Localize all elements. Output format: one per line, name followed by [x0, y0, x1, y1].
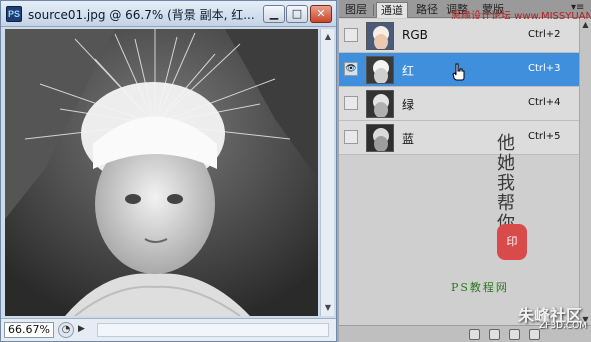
- canvas-horizontal-scrollbar[interactable]: [97, 323, 329, 337]
- photoshop-logo-icon: PS: [6, 6, 22, 22]
- tab-channels[interactable]: 通道: [376, 2, 408, 18]
- channel-row-green[interactable]: 绿 Ctrl+4: [339, 87, 579, 121]
- new-channel-icon[interactable]: [509, 329, 520, 340]
- canvas-vertical-scrollbar[interactable]: ▲ ▼: [320, 29, 334, 316]
- channel-thumbnail: [366, 56, 394, 84]
- tab-paths[interactable]: 路径: [412, 2, 442, 18]
- red-seal-stamp: 印: [497, 224, 527, 260]
- document-title: source01.jpg @ 66.7% (背景 副本, 红...: [28, 8, 255, 22]
- eye-icon[interactable]: 👁: [344, 62, 358, 76]
- document-status-bar: 66.67% ◔ ▶: [1, 318, 336, 341]
- visibility-toggle[interactable]: [344, 96, 358, 110]
- channel-thumbnail: [366, 124, 394, 152]
- maximize-button[interactable]: □: [286, 5, 308, 23]
- document-titlebar[interactable]: PS source01.jpg @ 66.7% (背景 副本, 红... ▁ □…: [1, 1, 336, 27]
- scroll-up-arrow-icon[interactable]: ▲: [580, 20, 591, 29]
- panel-tabs: 图层 通道 路径 调整 蒙版 ▾≡ 思缘设计论坛 www.MISSYUAN.CO…: [339, 0, 591, 22]
- channel-shortcut: Ctrl+2: [528, 29, 561, 40]
- channel-name: 绿: [402, 98, 415, 112]
- channel-name: 蓝: [402, 132, 415, 146]
- site-watermark-url: ZF3D.COM: [539, 321, 587, 331]
- photoshop-workspace: PS source01.jpg @ 66.7% (背景 副本, 红... ▁ □…: [0, 0, 591, 342]
- grayscale-photo-girl-static-hair: [5, 29, 318, 316]
- visibility-toggle[interactable]: [344, 28, 358, 42]
- tab-layers[interactable]: 图层: [341, 2, 371, 18]
- channels-panel: 图层 通道 路径 调整 蒙版 ▾≡ 思缘设计论坛 www.MISSYUAN.CO…: [337, 0, 591, 342]
- channel-name: RGB: [402, 28, 428, 42]
- scroll-down-arrow-icon[interactable]: ▼: [322, 301, 334, 315]
- panel-vertical-scrollbar[interactable]: ▲ ▼: [579, 19, 591, 325]
- scroll-up-arrow-icon[interactable]: ▲: [322, 30, 334, 44]
- status-menu-arrow-icon[interactable]: ▶: [78, 324, 85, 334]
- channel-thumbnail: [366, 90, 394, 118]
- zoom-level-field[interactable]: 66.67%: [4, 322, 54, 338]
- signature-text: PS教程网: [451, 281, 509, 294]
- channel-row-blue[interactable]: 蓝 Ctrl+5: [339, 121, 579, 155]
- channel-thumbnail: [366, 22, 394, 50]
- channel-name: 红: [402, 64, 415, 78]
- document-info-icon[interactable]: ◔: [58, 322, 74, 338]
- visibility-toggle[interactable]: [344, 130, 358, 144]
- channel-shortcut: Ctrl+3: [528, 63, 561, 74]
- channel-shortcut: Ctrl+4: [528, 97, 561, 108]
- tab-divider: [373, 4, 374, 16]
- load-selection-icon[interactable]: [469, 329, 480, 340]
- minimize-button[interactable]: ▁: [263, 5, 285, 23]
- channel-row-rgb[interactable]: RGB Ctrl+2: [339, 19, 579, 53]
- image-canvas[interactable]: [5, 29, 318, 316]
- channel-list: RGB Ctrl+2 👁 红 Ctrl+3 绿 Ctrl+4 蓝 Ctrl+5: [339, 19, 579, 155]
- document-window: PS source01.jpg @ 66.7% (背景 副本, 红... ▁ □…: [0, 0, 337, 342]
- channel-row-red[interactable]: 👁 红 Ctrl+3: [339, 53, 579, 87]
- calligraphy-watermark: 他 她 我 帮 你: [497, 133, 515, 234]
- hand-pointer-cursor-icon: [452, 63, 465, 81]
- close-button[interactable]: ✕: [310, 5, 332, 23]
- save-selection-icon[interactable]: [489, 329, 500, 340]
